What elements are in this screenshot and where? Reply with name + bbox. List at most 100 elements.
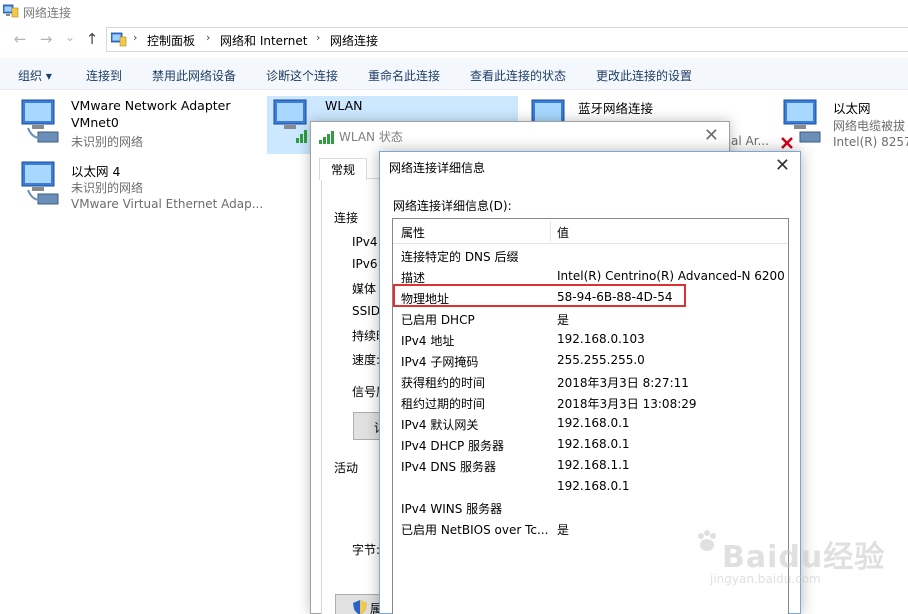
table-row[interactable]: IPv4 地址 192.168.0.103 [393,329,788,350]
details-list-label: 网络连接详细信息(D): [393,199,512,213]
row-property: IPv4 DHCP 服务器 [401,439,505,453]
row-value: 2018年3月3日 8:27:11 [557,376,689,390]
breadcrumb-separator-icon: › [133,31,138,44]
row-property: IPv4 默认网关 [401,418,479,432]
connection-name-line2: VMnet0 [71,115,119,130]
row-property: IPv4 地址 [401,334,455,348]
connection-item-ethernet[interactable]: 以太网 网络电缆被拔 Intel(R) 8257 [780,98,908,154]
row-property: 连接特定的 DNS 后缀 [401,250,519,264]
row-property: 租约过期的时间 [401,397,486,411]
signal-bars-icon [319,131,334,144]
table-row[interactable]: IPv4 WINS 服务器 [393,497,788,518]
table-row[interactable]: IPv4 默认网关 192.168.0.1 [393,413,788,434]
row-value: 2018年3月3日 13:08:29 [557,397,697,411]
table-row[interactable]: IPv4 DHCP 服务器 192.168.0.1 [393,434,788,455]
table-row[interactable]: IPv4 DNS 服务器 192.168.1.1 [393,455,788,476]
row-property: 获得租约的时间 [401,376,486,390]
bytes-label: 字节: [352,543,381,557]
network-connections-icon [3,4,19,18]
row-value: 192.168.0.1 [557,479,630,493]
connect-to-button[interactable]: 连接到 [86,67,122,84]
breadcrumb-network-internet[interactable]: 网络和 Internet [220,32,307,49]
listview-header: 属性 值 [393,219,788,244]
organize-menu-button[interactable]: 组织 ▾ [18,67,52,84]
table-row[interactable]: 192.168.0.1 [393,476,788,497]
connection-status: 未识别的网络 [71,181,144,195]
back-arrow-icon[interactable]: ← [10,29,30,49]
connection-name-line1: VMware Network Adapter [71,98,231,113]
annotation-highlight-box [393,284,686,307]
command-toolbar: 组织 ▾ 连接到 禁用此网络设备 诊断这个连接 重命名此连接 查看此连接的状态 … [0,58,908,90]
dialog-title: 网络连接详细信息 [389,161,486,175]
breadcrumb-separator-icon: › [206,31,211,44]
table-row[interactable]: 获得租约的时间 2018年3月3日 8:27:11 [393,371,788,392]
table-row[interactable]: IPv4 子网掩码 255.255.255.0 [393,350,788,371]
navigation-bar: ← → ⌄ ↑ › 控制面板 › 网络和 Internet › 网络连接 [0,26,908,54]
dialog-title: WLAN 状态 [339,130,403,144]
window-title: 网络连接 [23,6,72,20]
forward-arrow-icon[interactable]: → [36,29,56,49]
ipv6-connectivity-label: IPv6 [352,257,378,271]
dialog-titlebar: WLAN 状态 ✕ [311,122,729,152]
paw-icon [698,530,716,551]
address-bar[interactable]: › 控制面板 › 网络和 Internet › 网络连接 [106,27,908,52]
rename-connection-button[interactable]: 重命名此连接 [368,67,440,84]
watermark-brand: Baidu经验 [722,540,886,575]
recent-locations-chevron-icon[interactable]: ⌄ [60,27,80,47]
column-header-value[interactable]: 值 [557,224,569,241]
window-titlebar: 网络连接 [0,0,908,24]
connection-name: 以太网 4 [71,164,121,179]
connection-item-vmnet0[interactable]: VMware Network Adapter VMnet0 未识别的网络 [18,98,258,154]
close-icon[interactable]: ✕ [775,155,790,176]
ssid-label: SSID [352,304,381,318]
diagnose-connection-button[interactable]: 诊断这个连接 [266,67,338,84]
connection-status: 网络电缆被拔 [833,119,906,133]
baidu-watermark: Baidu经验 jingyan.baidu.com [698,520,900,590]
row-property: 已启用 NetBIOS over Tc... [401,523,549,537]
network-adapter-icon [21,99,59,143]
row-value: Intel(R) Centrino(R) Advanced-N 6200 A [557,269,789,283]
row-property: 已启用 DHCP [401,313,475,327]
breadcrumb-control-panel[interactable]: 控制面板 [147,32,195,49]
network-adapter-icon [21,161,59,205]
connection-status: 未识别的网络 [71,135,144,149]
column-divider[interactable] [550,221,551,242]
row-property: IPv4 DNS 服务器 [401,460,496,474]
breadcrumb-separator-icon: › [316,31,321,44]
connection-name: 蓝牙网络连接 [578,101,654,116]
row-value: 是 [557,523,570,537]
row-value: 192.168.0.1 [557,437,630,451]
close-icon[interactable]: ✕ [704,125,719,146]
row-property: IPv4 子网掩码 [401,355,479,369]
speed-label: 速度: [352,353,381,367]
column-header-property[interactable]: 属性 [401,224,425,241]
tab-general[interactable]: 常规 [319,158,367,180]
uac-shield-icon [353,600,367,614]
ipv4-connectivity-label: IPv4 [352,235,378,249]
disable-device-button[interactable]: 禁用此网络设备 [152,67,236,84]
row-value: 是 [557,313,570,327]
up-arrow-icon[interactable]: ↑ [82,29,102,49]
table-row[interactable]: 租约过期的时间 2018年3月3日 13:08:29 [393,392,788,413]
row-property: IPv4 WINS 服务器 [401,502,503,516]
table-row[interactable]: 连接特定的 DNS 后缀 [393,245,788,266]
media-state-label: 媒体 [352,282,377,296]
row-value: 192.168.0.1 [557,416,630,430]
section-activity-label: 活动 [334,461,359,475]
view-status-button[interactable]: 查看此连接的状态 [470,67,566,84]
breadcrumb-network-connections[interactable]: 网络连接 [330,32,378,49]
connection-name: 以太网 [833,101,871,116]
table-row[interactable]: 已启用 DHCP 是 [393,308,788,329]
change-settings-button[interactable]: 更改此连接的设置 [596,67,692,84]
row-value: 192.168.0.103 [557,332,645,346]
connection-device: al Ar... [731,134,769,148]
connection-name: WLAN [325,98,363,113]
disconnected-x-icon [781,137,793,149]
row-value: 192.168.1.1 [557,458,630,472]
watermark-url: jingyan.baidu.com [710,572,821,586]
row-value: 255.255.255.0 [557,353,645,367]
connection-device: VMware Virtual Ethernet Adap... [71,197,264,211]
control-panel-icon [111,32,127,47]
section-connection-label: 连接 [334,211,359,225]
connection-item-ethernet4[interactable]: 以太网 4 未识别的网络 VMware Virtual Ethernet Ada… [18,160,263,216]
